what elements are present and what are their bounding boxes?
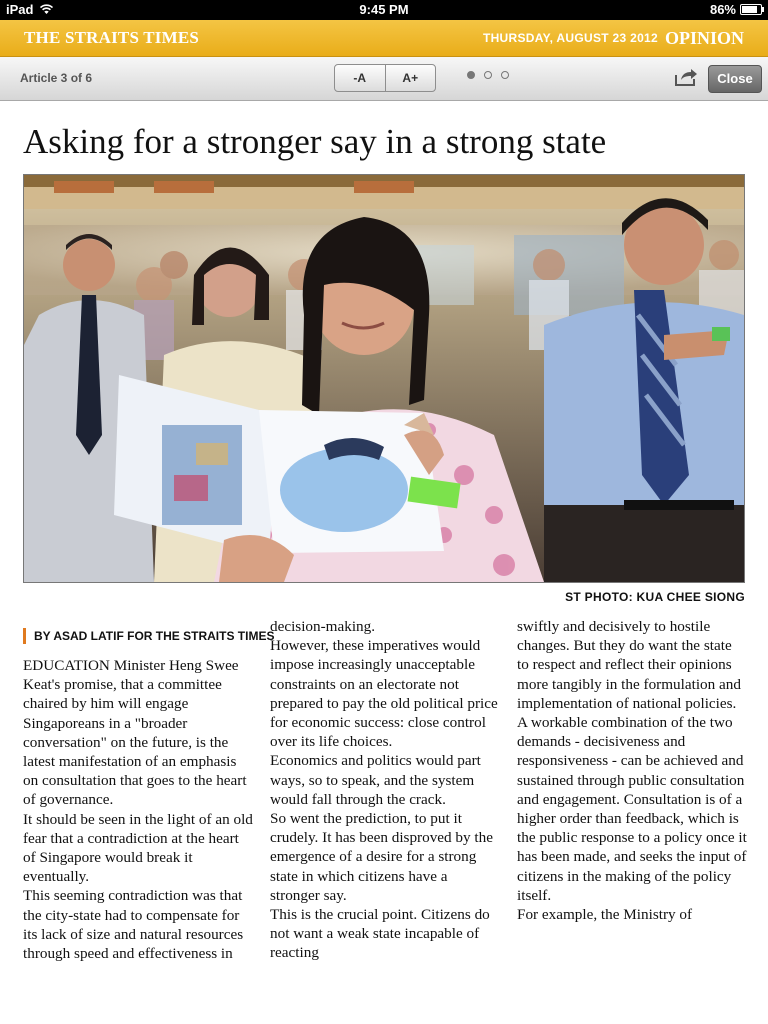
byline: BY ASAD LATIF FOR THE STRAITS TIMES [23,628,274,644]
article-column: EDUCATION Minister Heng Swee Keat's prom… [23,656,253,963]
article-column: decision-making. However, these imperati… [270,617,500,963]
photo-illustration [24,175,744,582]
article-photo [23,174,745,583]
article-headline: Asking for a stronger say in a strong st… [23,122,607,161]
column-text: EDUCATION Minister Heng Swee Keat's prom… [23,657,253,963]
column-text: swiftly and decisively to hostile change… [517,618,747,924]
article-column: swiftly and decisively to hostile change… [517,617,747,924]
photo-credit: ST PHOTO: KUA CHEE SIONG [565,590,745,604]
article-body: Asking for a stronger say in a strong st… [0,0,768,1003]
column-text: decision-making. However, these imperati… [270,618,498,962]
